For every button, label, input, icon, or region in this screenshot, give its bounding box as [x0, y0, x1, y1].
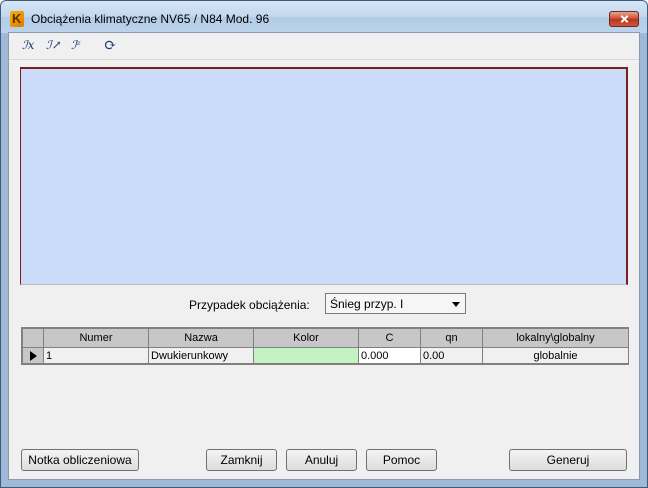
current-row-arrow-icon [30, 350, 37, 361]
cell-numer[interactable]: 1 [43, 347, 149, 364]
zoom-window-icon[interactable]: ℐᶻ [69, 36, 91, 56]
toolbar: ℐx ℐ↗ ℐᶻ ⟳ [9, 33, 639, 60]
graphic-viewport[interactable] [20, 67, 628, 285]
cell-kolor[interactable] [253, 347, 359, 364]
window-title: Obciążenia klimatyczne NV65 / N84 Mod. 9… [31, 12, 270, 26]
row-selector[interactable] [22, 347, 44, 364]
column-header-nazwa[interactable]: Nazwa [148, 328, 254, 348]
refresh-icon[interactable]: ⟳ [102, 36, 124, 56]
title-bar[interactable]: Obciążenia klimatyczne NV65 / N84 Mod. 9… [1, 1, 647, 33]
column-header-kolor[interactable]: Kolor [253, 328, 359, 348]
app-logo-icon [10, 11, 24, 27]
column-header-c[interactable]: C [358, 328, 421, 348]
cell-c[interactable]: 0.000 [358, 347, 421, 364]
column-header-lokalny-globalny[interactable]: lokalny\globalny [482, 328, 629, 348]
zoom-in-icon[interactable]: ℐ↗ [44, 36, 66, 56]
row-indicator-header [22, 328, 44, 348]
close-window-button[interactable] [609, 11, 639, 27]
dialog-client-area: ℐx ℐ↗ ℐᶻ ⟳ Przypadek obciążenia: Śnieg p… [8, 32, 640, 480]
cell-nazwa[interactable]: Dwukierunkowy [148, 347, 254, 364]
help-button[interactable]: Pomoc [366, 449, 437, 471]
load-case-label: Przypadek obciążenia: [189, 298, 310, 312]
load-case-dropdown[interactable]: Śnieg przyp. I [325, 293, 466, 314]
table-row[interactable]: 1 Dwukierunkowy 0.000 0.00 globalnie [22, 347, 629, 364]
table-header-row: Numer Nazwa Kolor C qn lokalny\globalny [22, 328, 629, 348]
zoom-out-glyph: ℐx [22, 38, 35, 52]
load-table: Numer Nazwa Kolor C qn lokalny\globalny … [21, 327, 629, 365]
cancel-button[interactable]: Anuluj [286, 449, 357, 471]
dialog-window: Obciążenia klimatyczne NV65 / N84 Mod. 9… [0, 0, 648, 488]
refresh-glyph: ⟳ [104, 36, 117, 54]
column-header-qn[interactable]: qn [420, 328, 483, 348]
close-button[interactable]: Zamknij [206, 449, 277, 471]
chevron-down-icon[interactable] [452, 302, 460, 307]
cell-qn[interactable]: 0.00 [420, 347, 483, 364]
column-header-numer[interactable]: Numer [43, 328, 149, 348]
load-case-value: Śnieg przyp. I [330, 297, 404, 311]
calculation-note-button[interactable]: Notka obliczeniowa [21, 449, 139, 471]
zoom-in-glyph: ℐ↗ [46, 38, 62, 52]
zoom-out-icon[interactable]: ℐx [20, 36, 42, 56]
cell-lokalny-globalny[interactable]: globalnie [482, 347, 629, 364]
zoom-window-glyph: ℐᶻ [71, 38, 81, 52]
generate-button[interactable]: Generuj [509, 449, 627, 471]
